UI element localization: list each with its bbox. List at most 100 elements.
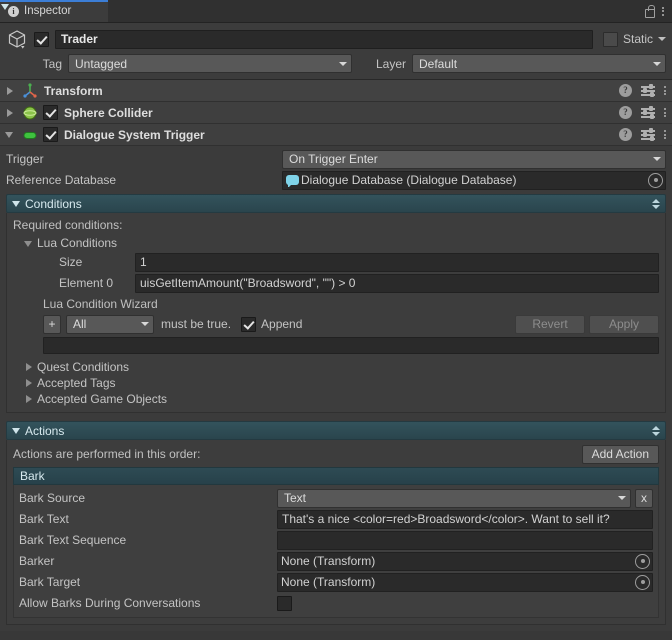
kebab-menu-icon[interactable] bbox=[664, 86, 666, 95]
apply-button[interactable]: Apply bbox=[589, 314, 659, 334]
kebab-menu-icon[interactable] bbox=[664, 130, 666, 139]
foldout-arrow-icon[interactable] bbox=[23, 361, 35, 373]
size-field[interactable]: 1 bbox=[135, 252, 659, 272]
conditions-section: Conditions Required conditions: Lua Cond… bbox=[6, 194, 666, 413]
element-0-field[interactable]: uisGetItemAmount("Broadsword", "") > 0 bbox=[135, 273, 659, 293]
barker-label: Barker bbox=[19, 554, 55, 568]
trigger-row: Trigger On Trigger Enter bbox=[6, 149, 666, 169]
bark-target-label: Bark Target bbox=[19, 575, 81, 589]
barker-value: None (Transform) bbox=[281, 554, 376, 568]
component-header-transform[interactable]: Transform ? bbox=[0, 80, 672, 102]
wizard-preview-field[interactable] bbox=[43, 337, 659, 354]
inspector-tabbar: i Inspector bbox=[0, 0, 672, 23]
chevron-down-icon bbox=[618, 496, 626, 500]
trigger-dropdown[interactable]: On Trigger Enter bbox=[282, 149, 666, 169]
foldout-arrow-icon[interactable] bbox=[23, 377, 35, 389]
sphere-collider-enabled-checkbox[interactable] bbox=[43, 105, 58, 120]
preset-icon[interactable] bbox=[641, 128, 655, 141]
preset-icon[interactable] bbox=[641, 84, 655, 97]
element-0-label: Element 0 bbox=[59, 276, 114, 290]
reference-database-value: Dialogue Database (Dialogue Database) bbox=[301, 173, 517, 187]
help-icon[interactable]: ? bbox=[619, 106, 632, 119]
trigger-label: Trigger bbox=[6, 152, 44, 166]
object-picker-icon[interactable] bbox=[635, 553, 650, 569]
reorder-handle-icon[interactable] bbox=[652, 425, 660, 437]
layer-label: Layer bbox=[375, 56, 406, 71]
bark-source-value: Text bbox=[284, 491, 307, 505]
revert-button[interactable]: Revert bbox=[515, 314, 585, 334]
static-toggle-group: Static bbox=[599, 31, 666, 47]
component-header-sphere-collider[interactable]: Sphere Collider ? bbox=[0, 102, 672, 124]
barker-object-field[interactable]: None (Transform) bbox=[277, 551, 653, 571]
static-checkbox[interactable] bbox=[602, 31, 618, 47]
lock-icon[interactable] bbox=[644, 5, 655, 18]
quest-conditions-label: Quest Conditions bbox=[37, 360, 130, 374]
component-header-dialogue-system-trigger[interactable]: Dialogue System Trigger ? bbox=[0, 124, 672, 146]
gameobject-name-row: Trader Static bbox=[6, 29, 666, 49]
help-icon[interactable]: ? bbox=[619, 84, 632, 97]
gameobject-tag-layer-row: Tag Untagged Layer Default bbox=[6, 54, 666, 73]
conditions-header[interactable]: Conditions bbox=[6, 194, 666, 213]
bark-text-label: Bark Text bbox=[19, 512, 69, 526]
layer-dropdown[interactable]: Default bbox=[412, 54, 666, 73]
bark-action-header[interactable]: Bark bbox=[13, 467, 659, 485]
kebab-menu-icon[interactable] bbox=[664, 108, 666, 117]
quest-conditions-foldout[interactable]: Quest Conditions bbox=[23, 360, 659, 374]
condition-mode-value: All bbox=[73, 317, 87, 331]
reference-database-label: Reference Database bbox=[6, 173, 117, 187]
bark-text-field[interactable]: That's a nice <color=red>Broadsword</col… bbox=[277, 509, 653, 529]
tab-inspector[interactable]: i Inspector bbox=[0, 0, 108, 22]
object-picker-icon[interactable] bbox=[635, 574, 650, 590]
required-conditions-label: Required conditions: bbox=[13, 218, 123, 232]
foldout-arrow-icon[interactable] bbox=[4, 107, 16, 119]
help-icon[interactable]: ? bbox=[619, 128, 632, 141]
lua-conditions-foldout[interactable]: Lua Conditions bbox=[23, 236, 659, 250]
bark-text-sequence-field[interactable] bbox=[277, 530, 653, 550]
transform-axis-icon bbox=[22, 82, 38, 99]
object-picker-icon[interactable] bbox=[648, 172, 663, 188]
lua-conditions-size-row: Size 1 bbox=[13, 252, 659, 272]
tag-dropdown[interactable]: Untagged bbox=[68, 54, 352, 73]
foldout-arrow-icon[interactable] bbox=[4, 129, 16, 141]
accepted-tags-foldout[interactable]: Accepted Tags bbox=[23, 376, 659, 390]
reference-database-row: Reference Database Dialogue Database (Di… bbox=[6, 170, 666, 190]
reorder-handle-icon[interactable] bbox=[652, 198, 660, 210]
allow-barks-during-conversations-checkbox[interactable] bbox=[277, 595, 292, 611]
bark-source-dropdown[interactable]: Text bbox=[277, 488, 631, 508]
trigger-value: On Trigger Enter bbox=[289, 152, 378, 166]
chevron-down-icon[interactable] bbox=[658, 37, 666, 41]
dialogue-system-trigger-icon bbox=[22, 127, 38, 143]
add-action-button[interactable]: Add Action bbox=[581, 444, 659, 464]
bark-source-clear-button[interactable]: x bbox=[635, 488, 653, 508]
reference-database-object-field[interactable]: Dialogue Database (Dialogue Database) bbox=[282, 170, 666, 190]
foldout-arrow-icon[interactable] bbox=[23, 393, 35, 405]
accepted-game-objects-foldout[interactable]: Accepted Game Objects bbox=[23, 392, 659, 406]
must-be-true-label: must be true. bbox=[161, 317, 232, 331]
append-checkbox[interactable] bbox=[241, 316, 257, 332]
foldout-arrow-icon[interactable] bbox=[4, 85, 16, 97]
foldout-arrow-icon[interactable] bbox=[23, 237, 35, 249]
lua-conditions-label: Lua Conditions bbox=[37, 236, 118, 250]
tag-label: Tag bbox=[42, 56, 62, 71]
lua-condition-wizard-row: + All must be true. Append Revert Apply bbox=[13, 314, 659, 334]
gameobject-name-field[interactable]: Trader bbox=[55, 29, 593, 49]
dialogue-system-trigger-enabled-checkbox[interactable] bbox=[43, 127, 58, 142]
bark-target-object-field[interactable]: None (Transform) bbox=[277, 572, 653, 592]
add-condition-button[interactable]: + bbox=[43, 314, 61, 334]
cube-icon bbox=[6, 28, 28, 50]
allow-barks-during-conversations-row: Allow Barks During Conversations bbox=[19, 594, 653, 612]
chevron-down-icon bbox=[653, 61, 661, 66]
kebab-menu-icon[interactable] bbox=[662, 6, 664, 16]
bark-target-row: Bark Target None (Transform) bbox=[19, 572, 653, 592]
preset-icon[interactable] bbox=[641, 106, 655, 119]
bark-source-row: Bark Source Text x bbox=[19, 488, 653, 508]
bark-target-value: None (Transform) bbox=[281, 575, 376, 589]
gameobject-header: Trader Static Tag Untagged Layer Default bbox=[0, 23, 672, 80]
actions-order-hint: Actions are performed in this order: bbox=[13, 447, 201, 461]
actions-header[interactable]: Actions bbox=[6, 421, 666, 440]
foldout-arrow-icon[interactable] bbox=[11, 198, 23, 210]
condition-mode-dropdown[interactable]: All bbox=[66, 314, 154, 334]
foldout-arrow-icon[interactable] bbox=[11, 425, 23, 437]
conditions-body: Required conditions: Lua Conditions Size… bbox=[6, 213, 666, 413]
gameobject-active-checkbox[interactable] bbox=[34, 31, 49, 47]
